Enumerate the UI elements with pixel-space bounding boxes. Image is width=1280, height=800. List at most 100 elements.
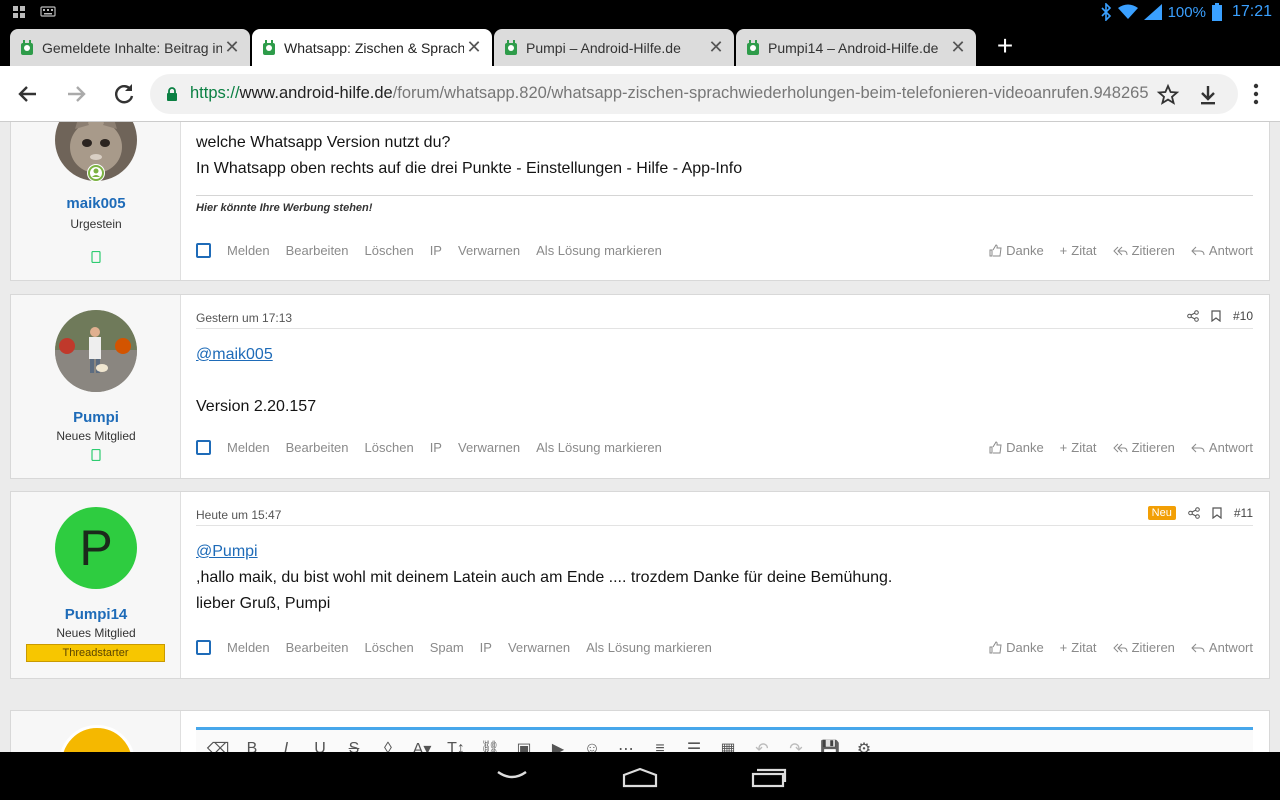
mention-link[interactable]: @maik005 [196, 346, 273, 363]
eraser-icon[interactable]: ⌫ [204, 739, 232, 753]
redo-icon[interactable]: ↷ [782, 739, 810, 753]
bluetooth-icon [1101, 3, 1111, 21]
reload-icon[interactable] [110, 80, 138, 108]
media-icon[interactable]: ▶ [544, 739, 572, 753]
action-danke[interactable]: Danke [989, 243, 1044, 258]
action-als-loesung[interactable]: Als Lösung markieren [586, 640, 712, 655]
select-post-checkbox[interactable] [196, 440, 211, 455]
tab-close-icon[interactable]: ✕ [706, 37, 726, 58]
image-icon[interactable]: ▣ [510, 739, 538, 753]
post-body: welche Whatsapp Version nutzt du? In Wha… [196, 130, 742, 182]
lock-icon [167, 87, 177, 101]
action-loeschen[interactable]: Löschen [365, 243, 414, 258]
action-melden[interactable]: Melden [227, 243, 270, 258]
action-verwarnen[interactable]: Verwarnen [508, 640, 570, 655]
action-bearbeiten[interactable]: Bearbeiten [286, 243, 349, 258]
font-icon[interactable]: A▾ [408, 739, 436, 753]
username[interactable]: maik005 [11, 195, 181, 212]
color-icon[interactable]: ◊ [374, 740, 402, 753]
bookmark-icon[interactable] [1212, 507, 1222, 519]
action-bearbeiten[interactable]: Bearbeiten [286, 440, 349, 455]
save-draft-icon[interactable]: 💾 [816, 739, 844, 753]
action-zitieren[interactable]: Zitieren [1112, 640, 1175, 655]
new-tab-plus-icon[interactable]: + [990, 32, 1020, 60]
action-zitat[interactable]: + Zitat [1060, 243, 1097, 258]
action-danke[interactable]: Danke [989, 440, 1044, 455]
strikethrough-icon[interactable]: S [340, 740, 368, 753]
action-label: Zitat [1071, 440, 1097, 455]
post-line: ,hallo maik, du bist wohl mit deinem Lat… [196, 569, 893, 586]
action-verwarnen[interactable]: Verwarnen [458, 243, 520, 258]
action-ip[interactable]: IP [430, 440, 442, 455]
action-ip[interactable]: IP [430, 243, 442, 258]
action-zitat[interactable]: + Zitat [1060, 440, 1097, 455]
align-icon[interactable]: ≡ [646, 740, 674, 753]
action-als-loesung[interactable]: Als Lösung markieren [536, 243, 662, 258]
tab-whatsapp-zischen[interactable]: Whatsapp: Zischen & Sprach ✕ [252, 29, 492, 66]
undo-icon[interactable]: ↶ [748, 739, 776, 753]
action-melden[interactable]: Melden [227, 440, 270, 455]
action-spam[interactable]: Spam [430, 640, 464, 655]
tab-gemeldete-inhalte[interactable]: Gemeldete Inhalte: Beitrag in ✕ [10, 29, 250, 66]
action-antwort[interactable]: Antwort [1191, 440, 1253, 455]
select-post-checkbox[interactable] [196, 243, 211, 258]
mention-link[interactable]: @Pumpi [196, 543, 258, 560]
action-loeschen[interactable]: Löschen [365, 640, 414, 655]
bookmark-star-icon[interactable] [1156, 83, 1180, 107]
action-melden[interactable]: Melden [227, 640, 270, 655]
tab-close-icon[interactable]: ✕ [948, 37, 968, 58]
action-loeschen[interactable]: Löschen [365, 440, 414, 455]
share-icon[interactable] [1188, 507, 1200, 519]
home-icon[interactable] [621, 766, 659, 788]
underline-icon[interactable]: U [306, 740, 334, 753]
post-date[interactable]: Gestern um 17:13 [196, 311, 292, 325]
action-als-loesung[interactable]: Als Lösung markieren [536, 440, 662, 455]
avatar[interactable] [55, 310, 137, 392]
post-number[interactable]: #10 [1233, 309, 1253, 323]
font-size-icon[interactable]: T↕ [442, 740, 470, 753]
overflow-menu-icon[interactable] [1244, 80, 1268, 108]
post-date[interactable]: Heute um 15:47 [196, 508, 281, 522]
avatar[interactable]: P [55, 507, 137, 589]
action-verwarnen[interactable]: Verwarnen [458, 440, 520, 455]
more-icon[interactable]: ⋯ [612, 739, 640, 753]
action-ip[interactable]: IP [480, 640, 492, 655]
post-actions: Melden Bearbeiten Löschen IP Verwarnen A… [196, 243, 1253, 263]
bookmark-icon[interactable] [1211, 310, 1221, 322]
back-arrow-icon[interactable] [14, 80, 42, 108]
address-bar[interactable]: https://www.android-hilfe.de/forum/whats… [150, 74, 1238, 114]
action-zitieren[interactable]: Zitieren [1112, 243, 1175, 258]
action-zitieren[interactable]: Zitieren [1112, 440, 1175, 455]
action-zitat[interactable]: + Zitat [1060, 640, 1097, 655]
share-icon[interactable] [1187, 310, 1199, 322]
table-icon[interactable]: ▦ [714, 739, 742, 753]
tab-pumpi[interactable]: Pumpi – Android-Hilfe.de ✕ [494, 29, 734, 66]
tab-close-icon[interactable]: ✕ [464, 37, 484, 58]
bold-icon[interactable]: B [238, 740, 266, 753]
back-chevron-icon[interactable] [496, 768, 528, 784]
link-icon[interactable]: ⛓ [476, 739, 504, 753]
action-antwort[interactable]: Antwort [1191, 243, 1253, 258]
list-icon[interactable]: ☰ [680, 739, 708, 753]
forward-arrow-icon[interactable] [62, 80, 90, 108]
tab-pumpi14[interactable]: Pumpi14 – Android-Hilfe.de ✕ [736, 29, 976, 66]
browser-toolbar: https://www.android-hilfe.de/forum/whats… [0, 66, 1280, 122]
username[interactable]: Pumpi [11, 409, 181, 426]
avatar [59, 725, 135, 752]
post-main: welche Whatsapp Version nutzt du? In Wha… [196, 122, 1253, 280]
smiley-icon[interactable]: ☺ [578, 740, 606, 753]
download-icon[interactable] [1196, 83, 1220, 107]
select-post-checkbox[interactable] [196, 640, 211, 655]
tab-close-icon[interactable]: ✕ [222, 37, 242, 58]
user-panel: maik005 Urgestein [11, 122, 181, 280]
user-panel: Pumpi Neues Mitglied [11, 295, 181, 478]
url-text[interactable]: https://www.android-hilfe.de/forum/whats… [190, 84, 1148, 103]
recents-icon[interactable] [751, 766, 787, 788]
italic-icon[interactable]: I [272, 740, 300, 753]
action-antwort[interactable]: Antwort [1191, 640, 1253, 655]
action-danke[interactable]: Danke [989, 640, 1044, 655]
username[interactable]: Pumpi14 [11, 606, 181, 623]
action-bearbeiten[interactable]: Bearbeiten [286, 640, 349, 655]
settings-gear-icon[interactable]: ⚙ [850, 739, 878, 753]
post-number[interactable]: #11 [1234, 506, 1253, 520]
